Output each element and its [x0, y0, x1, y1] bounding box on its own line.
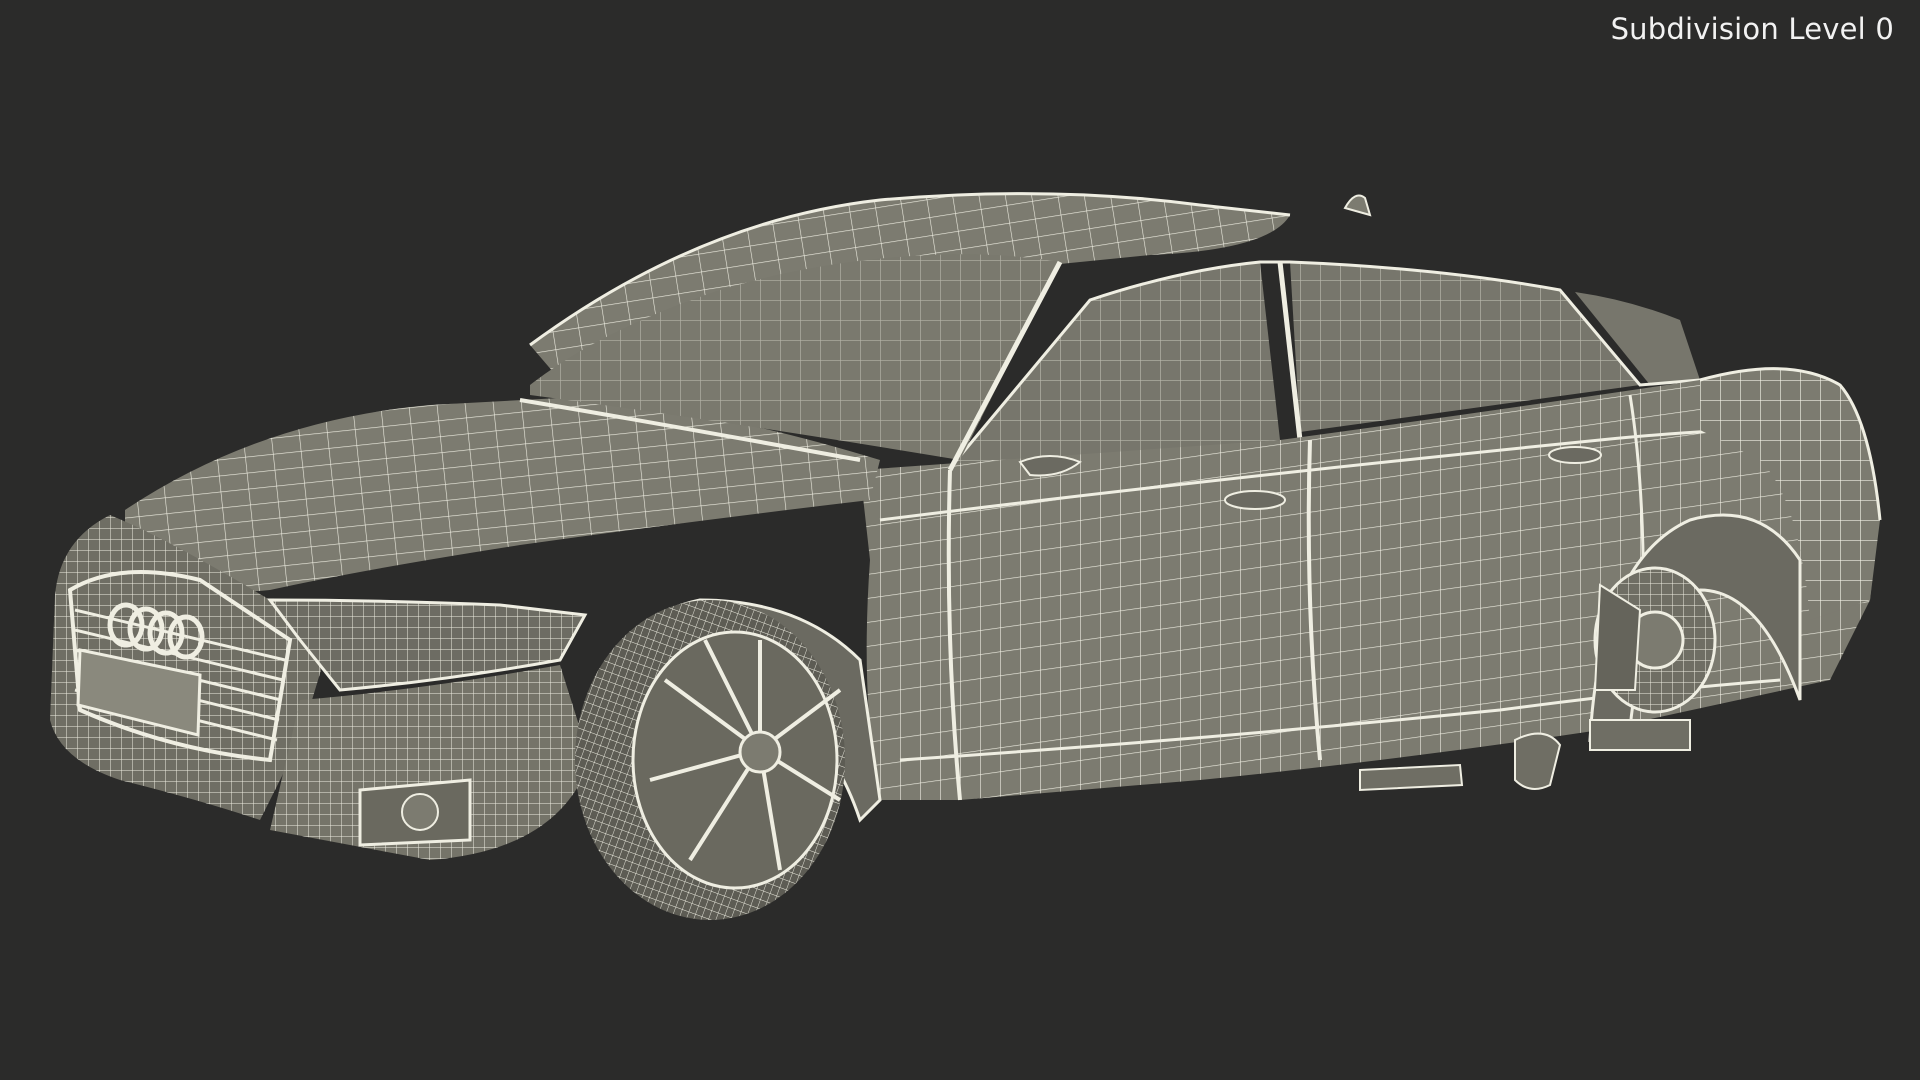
car-wireframe-model[interactable] — [0, 0, 1920, 1080]
3d-viewport[interactable]: Subdivision Level 0 — [0, 0, 1920, 1080]
subdivision-level-label: Subdivision Level 0 — [1610, 12, 1894, 46]
front-wheel — [575, 600, 845, 920]
rear-brake-hub — [1593, 566, 1717, 714]
roof-antenna — [1343, 194, 1372, 217]
front-bumper-corner — [270, 665, 590, 860]
